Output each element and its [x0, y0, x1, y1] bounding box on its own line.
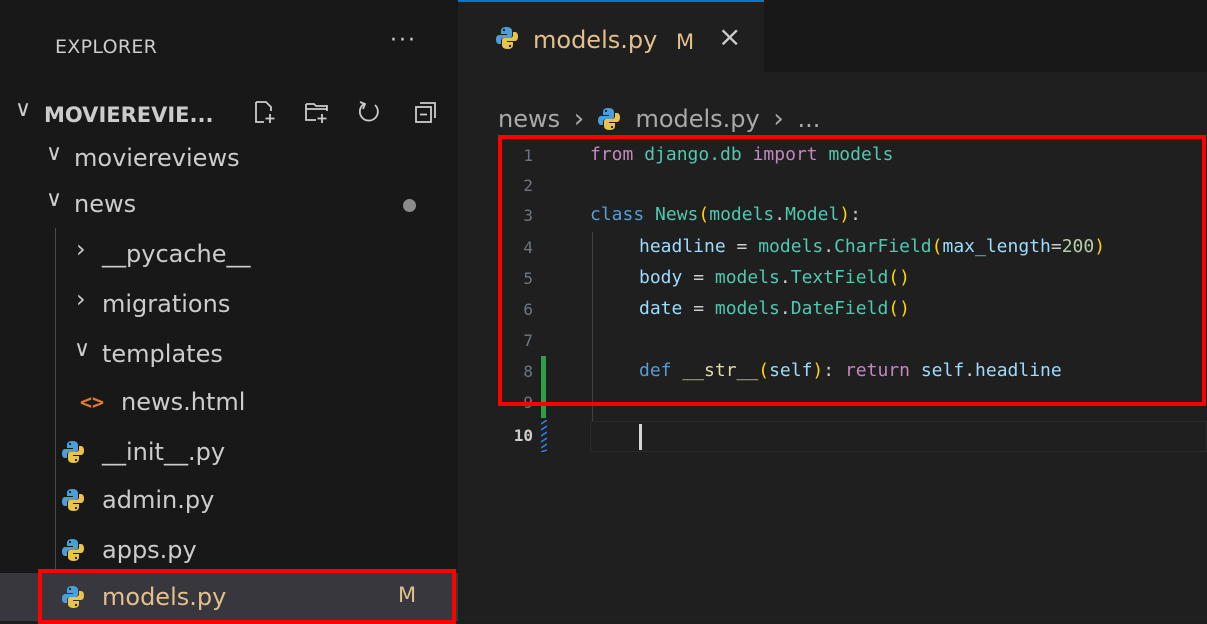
- code-line-10[interactable]: 10: [458, 421, 1207, 452]
- html-file-icon: <>: [80, 390, 105, 414]
- line-number: 3: [523, 206, 533, 225]
- code-line-7[interactable]: 7: [458, 326, 1207, 357]
- code-text: def __str__(self): return self.headline: [639, 360, 1062, 381]
- collapse-all-icon[interactable]: [412, 99, 438, 125]
- breadcrumb-file[interactable]: models.py: [635, 105, 759, 133]
- tree-item-label: migrations: [102, 290, 231, 318]
- explorer-title: EXPLORER: [55, 36, 158, 58]
- new-folder-icon[interactable]: [304, 99, 330, 125]
- new-file-icon[interactable]: [252, 99, 278, 125]
- modified-badge: M: [676, 30, 695, 54]
- project-label: MOVIEREVIE...: [44, 103, 214, 127]
- line-number: 9: [523, 393, 533, 412]
- line-number: 2: [523, 176, 533, 195]
- chevron-right-icon: ›: [76, 285, 86, 313]
- code-line-4[interactable]: 4 headline = models.CharField(max_length…: [458, 233, 1207, 264]
- chevron-right-icon: ›: [76, 235, 86, 263]
- chevron-down-icon: ∨: [46, 187, 63, 212]
- line-number: 4: [523, 238, 533, 257]
- more-actions-button[interactable]: ···: [390, 28, 417, 53]
- code-line-9[interactable]: 9: [458, 388, 1207, 419]
- python-file-icon: [62, 488, 84, 512]
- tree-item-label: __pycache__: [102, 240, 251, 268]
- chevron-right-icon: ›: [573, 104, 585, 134]
- tree-item-models-py[interactable]: models.py M: [0, 573, 458, 621]
- tree-item-pycache[interactable]: › __pycache__: [0, 230, 458, 280]
- tree-item-news-html[interactable]: <> news.html: [0, 378, 458, 428]
- python-file-icon: [62, 585, 84, 609]
- code-line-8[interactable]: 8 def __str__(self): return self.headlin…: [458, 357, 1207, 388]
- text-cursor: [639, 424, 642, 450]
- python-file-icon: [62, 440, 84, 464]
- code-line-1[interactable]: 1 from django.db import models: [458, 141, 1207, 172]
- breadcrumb-folder[interactable]: news: [498, 105, 560, 133]
- tree-item-label: apps.py: [102, 536, 197, 564]
- code-text: headline = models.CharField(max_length=2…: [639, 236, 1106, 257]
- tab-bar: models.py M ×: [458, 0, 1207, 72]
- refresh-icon[interactable]: [356, 99, 382, 125]
- modified-badge: M: [398, 583, 417, 607]
- tree-item-label: admin.py: [102, 486, 215, 514]
- code-line-3[interactable]: 3 class News(models.Model):: [458, 201, 1207, 232]
- python-file-icon: [62, 538, 84, 562]
- code-line-2[interactable]: 2: [458, 171, 1207, 202]
- code-text: class News(models.Model):: [590, 204, 861, 225]
- code-text: from django.db import models: [590, 144, 894, 165]
- line-number: 8: [523, 362, 533, 381]
- tree-item-label: news: [74, 190, 137, 218]
- tree-item-moviereviews[interactable]: ∨ moviereviews: [0, 134, 458, 184]
- breadcrumb-more[interactable]: ...: [797, 105, 820, 133]
- tree-item-migrations[interactable]: › migrations: [0, 280, 458, 330]
- chevron-right-icon: ›: [773, 104, 784, 134]
- tree-item-templates[interactable]: ∨ templates: [0, 330, 458, 380]
- code-line-6[interactable]: 6 date = models.DateField(): [458, 295, 1207, 326]
- breadcrumb: news › models.py › ...: [498, 104, 820, 134]
- tree-item-label: models.py: [102, 583, 227, 611]
- code-line-5[interactable]: 5 body = models.TextField(): [458, 264, 1207, 295]
- chevron-down-icon: ∨: [46, 141, 63, 166]
- line-number: 7: [523, 331, 533, 350]
- tab-models-py[interactable]: models.py M ×: [458, 0, 764, 72]
- project-root[interactable]: ∨ MOVIEREVIE...: [0, 90, 458, 140]
- code-text: date = models.DateField(): [639, 298, 910, 319]
- python-file-icon: [598, 107, 620, 131]
- tree-item-label: templates: [102, 340, 223, 368]
- explorer-sidebar: EXPLORER ··· ∨ MOVIEREVIE... ∨ movierevi…: [0, 0, 458, 624]
- tab-label: models.py: [533, 26, 658, 54]
- tree-item-admin-py[interactable]: admin.py: [0, 476, 458, 526]
- close-icon[interactable]: ×: [718, 20, 741, 53]
- python-file-icon: [496, 26, 518, 50]
- modified-dot-icon: [403, 199, 416, 212]
- editor-area: models.py M × news › models.py › ... 1 f…: [458, 0, 1207, 621]
- tree-item-apps-py[interactable]: apps.py: [0, 526, 458, 576]
- line-number: 10: [513, 426, 533, 445]
- tree-item-label: moviereviews: [74, 144, 240, 172]
- tree-item-label: news.html: [121, 388, 246, 416]
- line-number: 6: [523, 300, 533, 319]
- chevron-down-icon: ∨: [15, 97, 32, 122]
- line-number: 5: [523, 269, 533, 288]
- line-number: 1: [523, 146, 533, 165]
- tree-item-init-py[interactable]: __init__.py: [0, 428, 458, 478]
- tree-item-news[interactable]: ∨ news: [0, 180, 458, 230]
- chevron-down-icon: ∨: [74, 337, 91, 362]
- code-text: body = models.TextField(): [639, 267, 910, 288]
- tree-item-label: __init__.py: [102, 438, 226, 466]
